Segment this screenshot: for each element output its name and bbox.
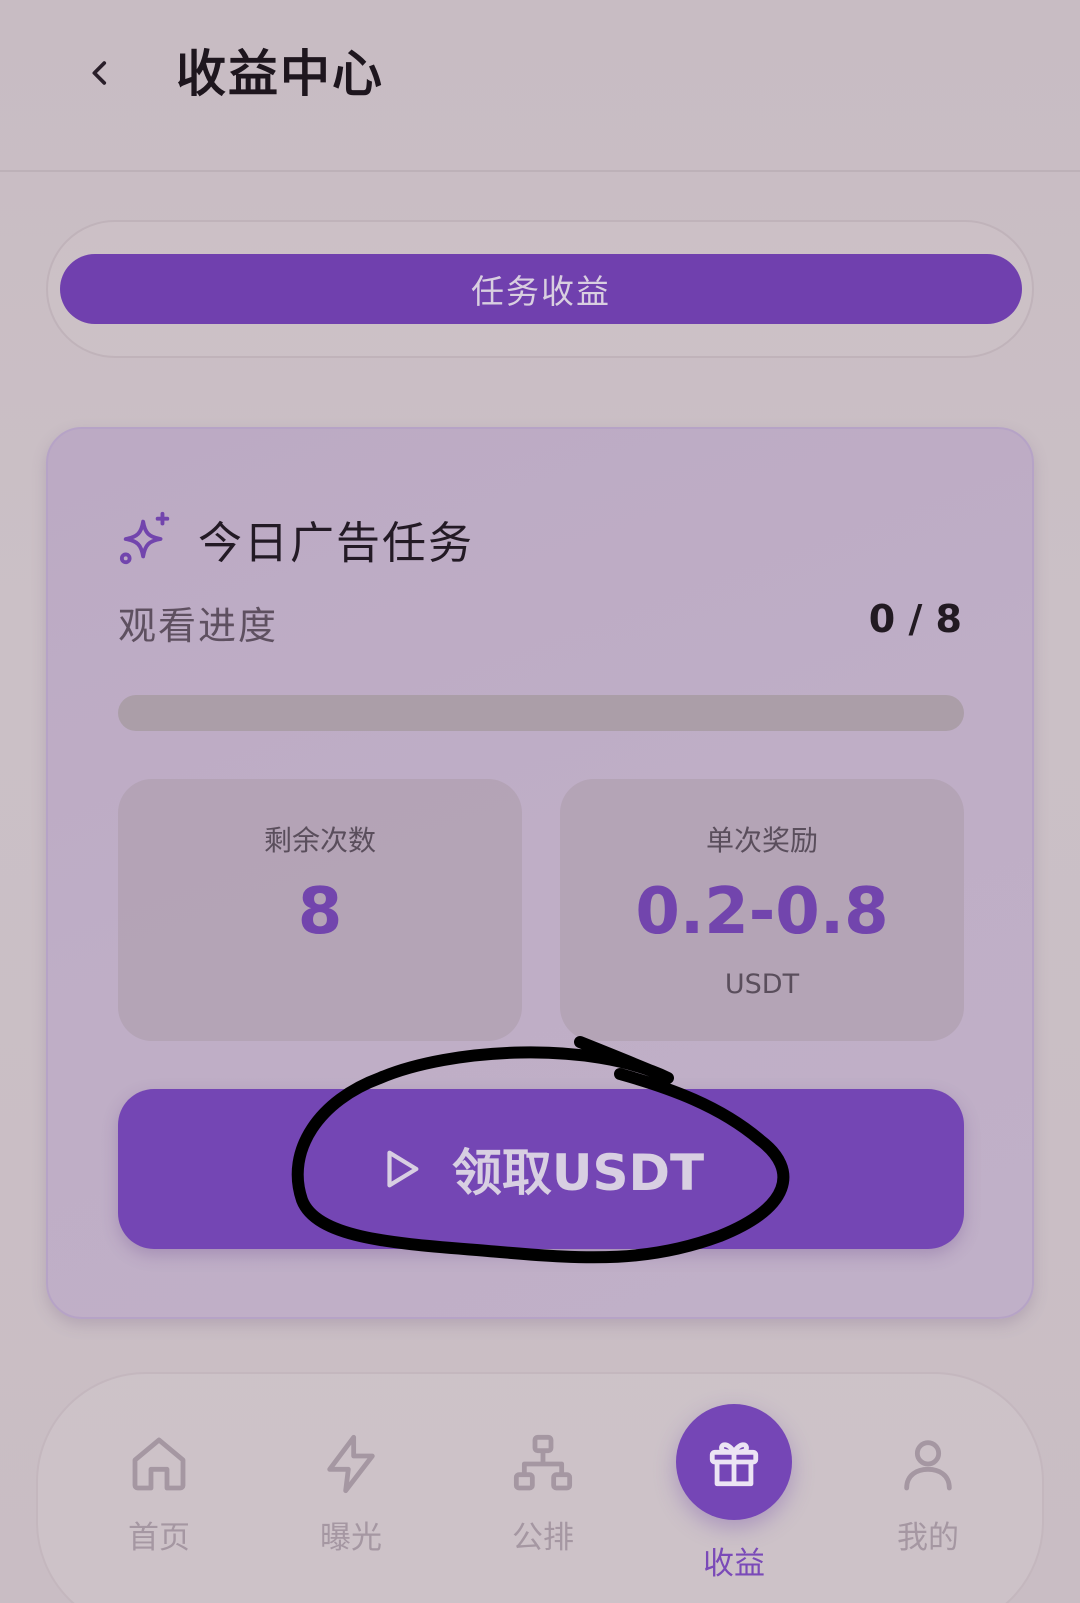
nav-item-earnings[interactable]: 收益 bbox=[664, 1404, 804, 1583]
nav-label-profile: 我的 bbox=[897, 1520, 959, 1556]
nav-label-queue: 公排 bbox=[512, 1520, 574, 1556]
nav-label-earnings: 收益 bbox=[703, 1546, 765, 1582]
remaining-count-box: 剩余次数 8 bbox=[118, 779, 522, 1041]
earnings-button[interactable] bbox=[676, 1404, 792, 1520]
progress-count: 0 / 8 bbox=[868, 597, 962, 641]
nav-item-home[interactable]: 首页 bbox=[89, 1432, 229, 1557]
page: 收益中心 任务收益 今日广告任务 观看进度 0 / 8 剩余次数 8 单次奖励 … bbox=[0, 0, 1080, 1603]
reward-label: 单次奖励 bbox=[705, 824, 818, 857]
ad-task-card: 今日广告任务 观看进度 0 / 8 剩余次数 8 单次奖励 0.2-0.8 US… bbox=[46, 427, 1034, 1319]
gift-icon bbox=[709, 1442, 759, 1487]
network-icon bbox=[513, 1434, 573, 1491]
nav-item-profile[interactable]: 我的 bbox=[858, 1432, 998, 1557]
tab-bar: 任务收益 bbox=[46, 220, 1034, 358]
tab-task-earnings[interactable]: 任务收益 bbox=[60, 254, 1022, 324]
reward-value: 0.2-0.8 bbox=[635, 875, 889, 949]
claim-usdt-button[interactable]: 领取USDT bbox=[118, 1089, 964, 1249]
nav-label-exposure: 曝光 bbox=[320, 1520, 382, 1556]
page-title: 收益中心 bbox=[176, 45, 384, 103]
remaining-label: 剩余次数 bbox=[263, 824, 376, 857]
remaining-value: 8 bbox=[297, 875, 343, 949]
card-title: 今日广告任务 bbox=[198, 518, 474, 569]
nav-item-exposure[interactable]: 曝光 bbox=[281, 1432, 421, 1557]
sparkle-icon bbox=[119, 511, 170, 565]
back-button[interactable] bbox=[70, 40, 130, 106]
chevron-left-icon bbox=[92, 61, 107, 85]
lightning-icon bbox=[327, 1434, 375, 1494]
header: 收益中心 bbox=[0, 0, 1080, 172]
progress-label: 观看进度 bbox=[118, 604, 279, 648]
claim-button-label: 领取USDT bbox=[451, 1144, 705, 1202]
nav-item-queue[interactable]: 公排 bbox=[473, 1432, 613, 1557]
reward-box: 单次奖励 0.2-0.8 USDT bbox=[560, 779, 964, 1041]
card-header: 今日广告任务 bbox=[118, 507, 474, 571]
reward-unit: USDT bbox=[724, 969, 800, 1000]
nav-label-home: 首页 bbox=[128, 1520, 190, 1556]
home-icon bbox=[132, 1437, 186, 1491]
user-icon bbox=[904, 1440, 952, 1491]
play-icon bbox=[387, 1150, 419, 1188]
bottom-nav: 首页 曝光 公排 收益 我的 bbox=[36, 1372, 1044, 1603]
progress-bar bbox=[118, 695, 964, 731]
